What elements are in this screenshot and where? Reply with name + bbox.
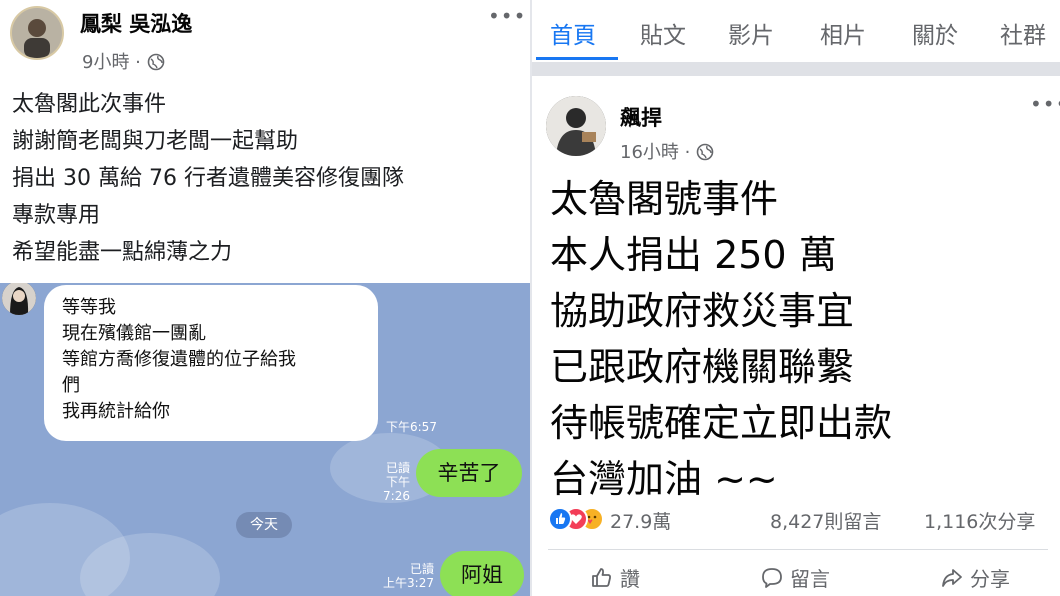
author-name[interactable]: 飆捍 <box>620 102 662 132</box>
shares-count[interactable]: 1,116次分享 <box>924 507 1035 534</box>
tab-home[interactable]: 首頁 <box>550 16 596 50</box>
section-divider <box>532 62 1060 76</box>
like-label: 讚 <box>620 567 640 591</box>
date-separator: 今天 <box>236 512 292 538</box>
tab-photos[interactable]: 相片 <box>820 16 866 50</box>
post-line: 待帳號確定立即出款 <box>550 401 893 445</box>
incoming-message-bubble: 等等我 現在殯儀館一團亂 等館方喬修復遺體的位子給我 們 我再統計給你 <box>44 285 378 441</box>
share-icon <box>940 567 970 591</box>
post-line: 協助政府救災事宜 <box>550 289 855 333</box>
action-bar-divider <box>548 549 1048 550</box>
message-line: 等館方喬修復遺體的位子給我 <box>62 349 296 370</box>
post-line: 本人捐出 250 萬 <box>550 233 837 277</box>
tab-community[interactable]: 社群 <box>1000 16 1046 50</box>
outgoing-message-bubble: 阿姐 <box>440 551 524 596</box>
comments-count[interactable]: 8,427則留言 <box>770 507 881 534</box>
chat-screenshot: 等等我 現在殯儀館一團亂 等館方喬修復遺體的位子給我 們 我再統計給你 下午6:… <box>0 283 530 596</box>
read-receipt: 已讀 <box>409 562 434 576</box>
message-time: 上午3:27 <box>383 576 434 590</box>
post-line: 台灣加油 ~~ <box>550 457 778 501</box>
share-label: 分享 <box>970 567 1010 591</box>
post-line: 已跟政府機關聯繫 <box>550 345 855 389</box>
message-line: 等等我 <box>62 297 116 318</box>
like-reaction-icon <box>548 507 572 531</box>
more-options-icon[interactable]: ••• <box>488 4 526 28</box>
author-name[interactable]: 鳳梨 吳泓逸 <box>80 8 192 38</box>
message-line: 們 <box>62 375 80 396</box>
left-post-panel: 鳳梨 吳泓逸 9小時 · ••• 太魯閣此次事件 謝謝簡老闆與刀老闆一起幫助 捐… <box>0 0 530 596</box>
globe-icon <box>147 52 165 73</box>
like-button[interactable]: 讚 <box>590 563 640 592</box>
comment-icon <box>760 567 790 591</box>
post-text: 太魯閣此次事件 謝謝簡老闆與刀老闆一起幫助 捐出 30 萬給 76 行者遺體美容… <box>12 86 404 271</box>
author-avatar[interactable] <box>10 6 64 60</box>
comment-label: 留言 <box>790 567 830 591</box>
active-tab-indicator <box>536 57 618 60</box>
post-time-text[interactable]: 9小時 · <box>82 52 147 73</box>
right-post-panel: 首頁 貼文 影片 相片 關於 社群 飆捍 16小時 · ••• 太魯閣號事件 本… <box>532 0 1060 596</box>
post-time[interactable]: 9小時 · <box>82 48 165 74</box>
message-line: 現在殯儀館一團亂 <box>62 323 206 344</box>
more-options-icon[interactable]: ••• <box>1030 92 1060 116</box>
share-button[interactable]: 分享 <box>940 563 1010 592</box>
message-time: 下午7:26 <box>383 475 410 503</box>
post-time[interactable]: 16小時 · <box>620 138 714 164</box>
outgoing-message-meta: 已讀 上午3:27 <box>380 562 434 590</box>
incoming-message-text: 等等我 現在殯儀館一團亂 等館方喬修復遺體的位子給我 們 我再統計給你 <box>62 295 296 425</box>
thumbs-up-icon <box>590 567 620 591</box>
author-avatar[interactable] <box>546 96 606 156</box>
post-line: 捐出 30 萬給 76 行者遺體美容修復團隊 <box>12 166 404 191</box>
outgoing-message-bubble: 辛苦了 <box>416 449 522 497</box>
contact-avatar <box>2 283 36 315</box>
post-line: 太魯閣號事件 <box>550 177 779 221</box>
post-stats: 27.9萬 8,427則留言 1,116次分享 <box>532 503 1060 537</box>
tab-about[interactable]: 關於 <box>912 16 958 50</box>
post-line: 太魯閣此次事件 <box>12 92 167 117</box>
post-line: 專款專用 <box>12 203 101 228</box>
page-tabs: 首頁 貼文 影片 相片 關於 社群 <box>532 0 1060 60</box>
read-receipt: 已讀 <box>385 461 410 475</box>
outgoing-message-meta: 已讀 下午7:26 <box>360 461 410 503</box>
post-text: 太魯閣號事件 本人捐出 250 萬 協助政府救災事宜 已跟政府機關聯繫 待帳號確… <box>550 171 892 507</box>
reactions-count[interactable]: 27.9萬 <box>610 507 671 534</box>
tab-videos[interactable]: 影片 <box>728 16 774 50</box>
tab-posts[interactable]: 貼文 <box>640 16 686 50</box>
incoming-message-time: 下午6:57 <box>386 420 437 434</box>
comment-button[interactable]: 留言 <box>760 563 830 592</box>
post-line: 謝謝簡老闆與刀老闆一起幫助 <box>12 129 299 154</box>
post-time-text[interactable]: 16小時 · <box>620 142 696 163</box>
message-line: 我再統計給你 <box>62 401 170 422</box>
post-line: 希望能盡一點綿薄之力 <box>12 240 233 265</box>
globe-icon <box>696 142 714 163</box>
